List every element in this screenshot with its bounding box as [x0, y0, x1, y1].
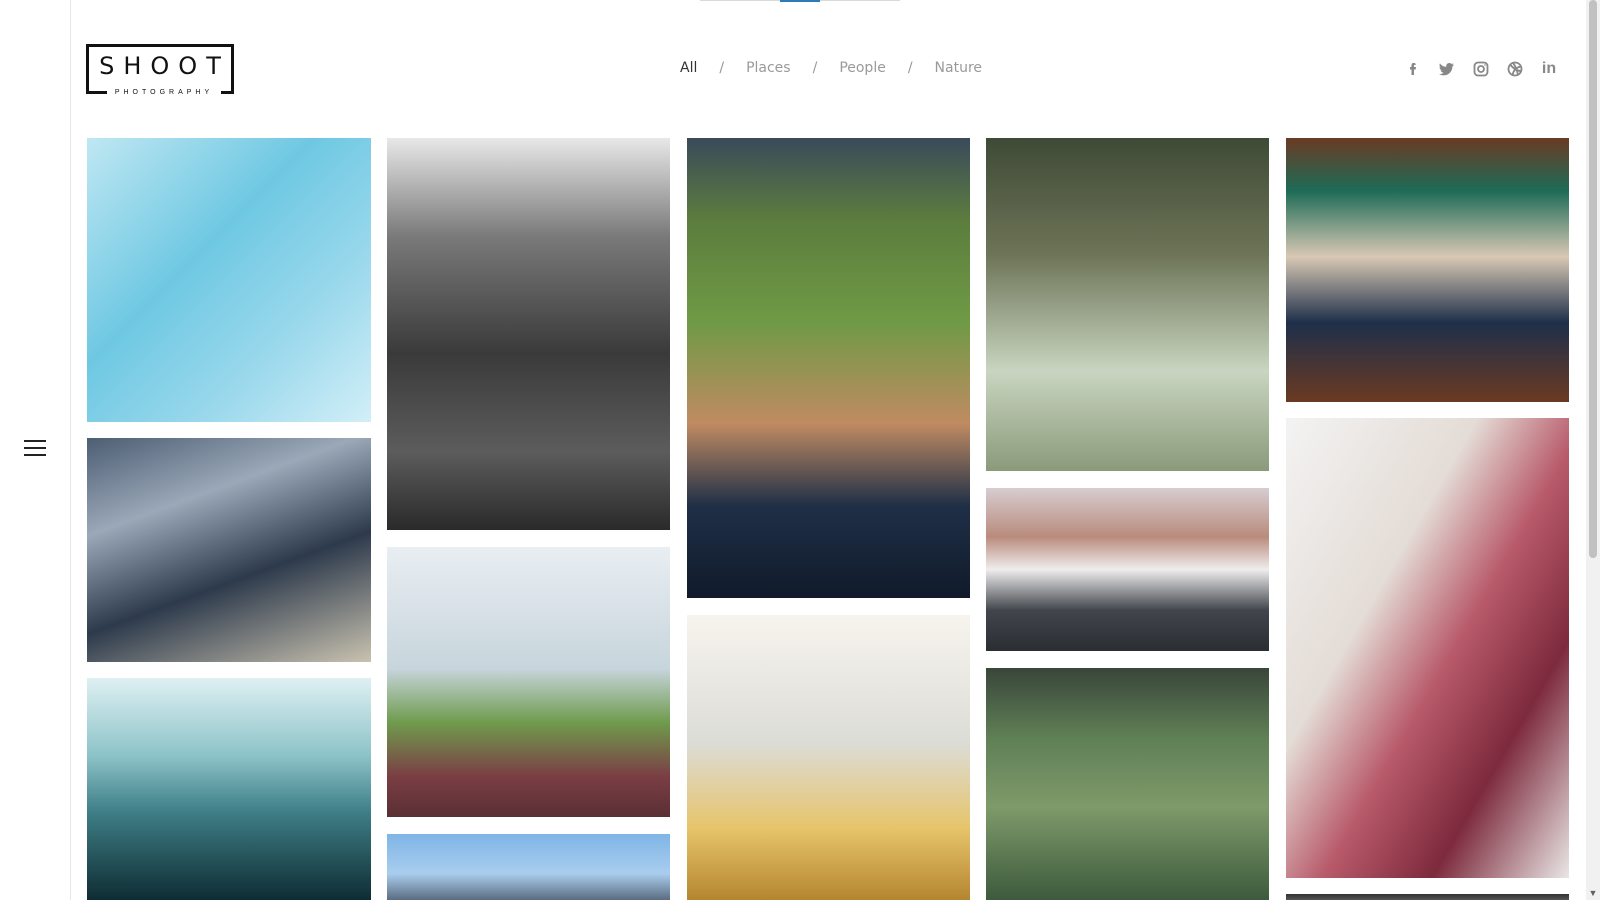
filter-all[interactable]: All [680, 60, 697, 76]
facebook-icon[interactable] [1404, 60, 1422, 78]
photo-baseball[interactable] [687, 138, 970, 598]
social-links: in [1404, 60, 1558, 78]
top-progress-bar [700, 0, 900, 2]
scroll-down-icon[interactable]: ▼ [1586, 886, 1600, 900]
photo-mountain[interactable] [387, 834, 670, 900]
photo-city-rooftops[interactable] [87, 438, 371, 662]
hamburger-menu-icon[interactable] [24, 440, 46, 456]
dribbble-icon[interactable] [1506, 60, 1524, 78]
top-progress-fill [780, 0, 820, 2]
photo-road-skater[interactable] [986, 488, 1269, 651]
side-rail [0, 0, 71, 900]
instagram-icon[interactable] [1472, 60, 1490, 78]
page-scrollbar[interactable]: ▼ [1586, 0, 1600, 900]
logo-title: SHOOT [99, 52, 230, 80]
filter-places[interactable]: Places [746, 60, 791, 76]
photo-forest-woman[interactable] [986, 138, 1269, 471]
filter-separator: / [719, 60, 725, 76]
filter-separator: / [812, 60, 818, 76]
filter-separator: / [907, 60, 913, 76]
linkedin-text: in [1541, 60, 1557, 77]
scrollbar-thumb[interactable] [1589, 0, 1597, 558]
filter-nature[interactable]: Nature [935, 60, 982, 76]
photo-street-umbrella[interactable] [387, 138, 670, 530]
photo-swimmer[interactable] [87, 138, 371, 422]
linkedin-icon[interactable]: in [1540, 60, 1558, 78]
logo-subtitle: PHOTOGRAPHY [107, 89, 221, 97]
photo-fashion-model[interactable] [1286, 418, 1569, 878]
photo-child-sea[interactable] [87, 678, 371, 900]
filter-people[interactable]: People [839, 60, 886, 76]
photo-sprinter[interactable] [387, 547, 670, 817]
filter-nav: All / Places / People / Nature [680, 60, 982, 76]
photo-partial-bottom[interactable] [1286, 894, 1569, 900]
photo-coffee-shop[interactable] [1286, 138, 1569, 402]
photo-tattoo[interactable] [687, 615, 970, 900]
twitter-icon[interactable] [1438, 60, 1456, 78]
site-logo[interactable]: SHOOT PHOTOGRAPHY [86, 44, 234, 97]
photo-field-walker[interactable] [986, 668, 1269, 900]
